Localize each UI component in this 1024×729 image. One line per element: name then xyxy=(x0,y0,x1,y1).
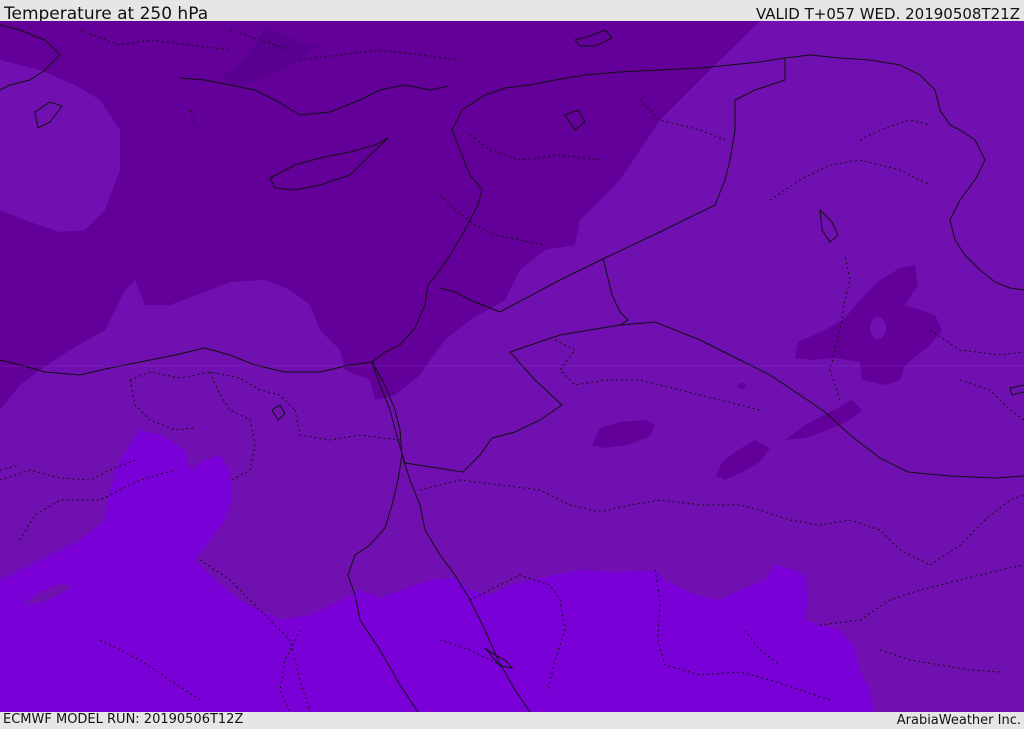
temperature-map-svg xyxy=(0,21,1024,712)
shading-hole xyxy=(870,317,886,339)
shading-cold-dot xyxy=(738,383,746,389)
weather-map xyxy=(0,21,1024,712)
footer-bar: ECMWF MODEL RUN: 20190506T12Z ArabiaWeat… xyxy=(0,712,1024,729)
model-run-label: ECMWF MODEL RUN: 20190506T12Z xyxy=(3,712,244,727)
credit-label: ArabiaWeather Inc. xyxy=(896,713,1021,728)
header-bar: Temperature at 250 hPa VALID T+057 WED. … xyxy=(0,0,1024,24)
